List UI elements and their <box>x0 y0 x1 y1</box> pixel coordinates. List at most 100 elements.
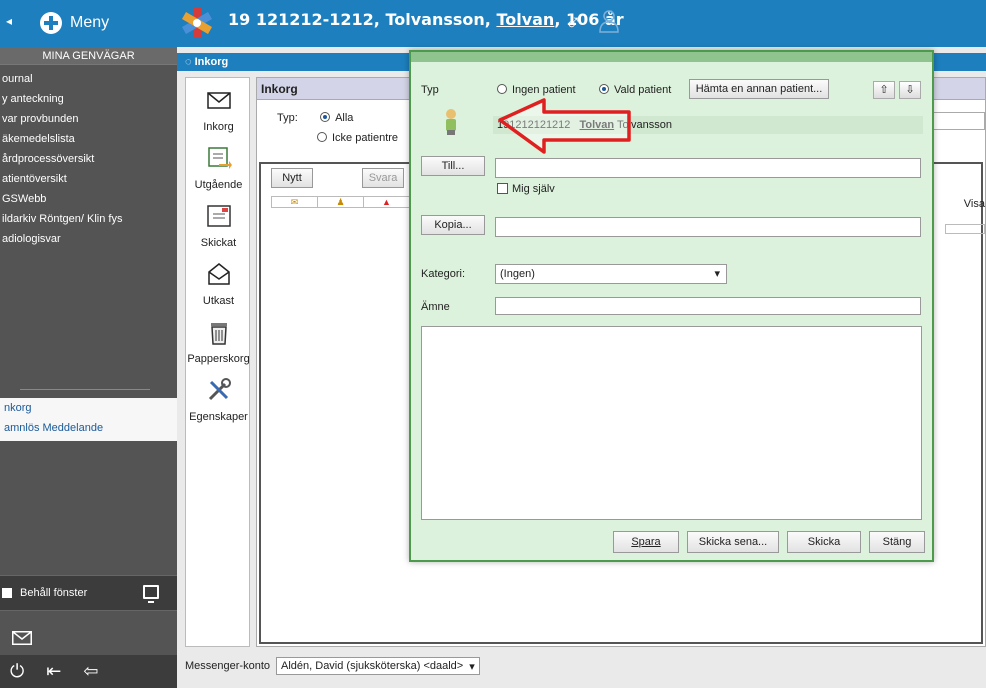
arrow-up-icon[interactable]: ⇧ <box>873 81 895 99</box>
shortcut-radiology[interactable]: adiologisvar <box>0 229 177 249</box>
patient-first-name[interactable]: Tolvan <box>496 10 554 29</box>
draft-icon <box>207 263 230 285</box>
shortcut-new-note[interactable]: y anteckning <box>0 89 177 109</box>
filter-non-patient-label: Icke patientre <box>332 132 399 144</box>
shortcut-image-archive[interactable]: ildarkiv Röntgen/ Klin fys <box>0 209 177 229</box>
no-patient-option[interactable]: Ingen patient <box>497 84 576 96</box>
column-priority-icon[interactable]: ▲ <box>364 197 410 207</box>
message-list-header: ✉ ♟ ▲ <box>271 196 411 208</box>
shortcut-list: ournal y anteckning var provbunden äkeme… <box>0 69 177 249</box>
shortcut-care-process[interactable]: årdprocessöversikt <box>0 149 177 169</box>
logout-icon[interactable]: ⇤ <box>46 661 61 682</box>
patient-last-name: Tolvansson, <box>385 10 491 29</box>
filter-all-radio[interactable] <box>320 112 331 122</box>
nav-sent-label: Skickat <box>200 237 237 249</box>
save-label: Spara <box>631 536 661 548</box>
red-arrow-icon <box>498 98 631 154</box>
filter-non-patient-option[interactable]: Icke patientre <box>317 132 398 144</box>
patient-icon <box>446 109 456 135</box>
shortcut-rgswebb[interactable]: GSWebb <box>0 189 177 209</box>
messenger-value: Aldén, David (sjuksköterska) <daald> <box>281 660 464 672</box>
monitor-icon[interactable] <box>143 585 159 603</box>
type-label: Typ: <box>277 112 298 124</box>
male-icon: ♂ <box>565 9 582 34</box>
shortcut-patient-overview[interactable]: atientöversikt <box>0 169 177 189</box>
to-button[interactable]: Till... <box>421 156 485 176</box>
back-icon[interactable]: ◂ <box>6 14 12 28</box>
view-label: Visa <box>963 198 985 210</box>
open-windows-list: nkorg amnlös Meddelande <box>0 398 177 441</box>
plus-icon <box>40 12 62 34</box>
nav-drafts-label: Utkast <box>202 295 235 307</box>
column-patient-icon[interactable]: ♟ <box>318 197 364 207</box>
messenger-label: Messenger-konto <box>185 660 270 672</box>
reply-button[interactable]: Svara <box>362 168 405 188</box>
shortcut-reply-test[interactable]: var provbunden <box>0 109 177 129</box>
category-value: (Ingen) <box>500 268 535 280</box>
sidebar: MINA GENVÄGAR ournal y anteckning var pr… <box>0 47 177 688</box>
keep-window-checkbox[interactable] <box>2 588 12 598</box>
top-bar: ◂ Meny 19 121212-1212, Tolvansson, Tolva… <box>0 0 986 47</box>
chevron-down-icon: ▾ <box>714 268 720 280</box>
self-label: Mig själv <box>512 183 555 195</box>
shortcut-medication-list[interactable]: äkemedelslista <box>0 129 177 149</box>
bottom-icons: ⏻ ⇤ ⇦ <box>0 655 177 688</box>
column-envelope-icon[interactable]: ✉ <box>272 197 318 207</box>
save-button[interactable]: Spara <box>613 531 679 553</box>
mail-area <box>0 617 177 653</box>
inbox-toolbar: Nytt Svara <box>271 168 405 188</box>
tools-icon <box>208 378 231 401</box>
selected-patient-label: Vald patient <box>614 84 672 96</box>
messenger-select[interactable]: Aldén, David (sjuksköterska) <daald> ▾ <box>276 657 480 675</box>
menu-label: Meny <box>70 14 110 31</box>
switch-user-icon[interactable]: ⇦ <box>83 661 98 682</box>
fetch-patient-button[interactable]: Hämta en annan patient... <box>689 79 829 99</box>
nav-drafts[interactable]: Utkast <box>186 260 251 307</box>
shortcuts-title: MINA GENVÄGAR <box>0 47 177 65</box>
message-nav: Inkorg Utgående Skickat Utkast Pappersko… <box>185 77 250 647</box>
nav-trash[interactable]: Papperskorg <box>186 318 251 365</box>
selected-patient-option[interactable]: Vald patient <box>599 84 671 96</box>
nav-outbox-label: Utgående <box>194 179 243 191</box>
nav-outbox[interactable]: Utgående <box>186 144 251 191</box>
filter-all-option[interactable]: Alla <box>320 112 353 124</box>
sidebar-divider <box>20 389 150 390</box>
nav-trash-label: Papperskorg <box>187 353 250 365</box>
menu-button[interactable]: Meny <box>40 9 109 37</box>
new-message-button[interactable]: Nytt <box>271 168 313 188</box>
nav-inbox[interactable]: Inkorg <box>186 86 251 133</box>
close-button[interactable]: Stäng <box>869 531 925 553</box>
cc-button[interactable]: Kopia... <box>421 215 485 235</box>
nav-properties[interactable]: Egenskaper <box>186 376 251 423</box>
new-message-dialog: Typ Ingen patient Vald patient Hämta en … <box>409 50 934 562</box>
filter-non-patient-radio[interactable] <box>317 132 327 142</box>
power-icon[interactable]: ⏻ <box>10 661 24 682</box>
no-patient-radio[interactable] <box>497 84 507 94</box>
star-of-life-icon <box>182 8 212 38</box>
person-icon[interactable] <box>598 9 620 33</box>
shortcut-journal[interactable]: ournal <box>0 69 177 89</box>
outbox-icon <box>207 147 232 169</box>
nav-inbox-label: Inkorg <box>203 121 234 133</box>
cc-input[interactable] <box>495 217 921 237</box>
selected-patient-radio[interactable] <box>599 84 609 94</box>
message-body-textarea[interactable] <box>421 326 922 520</box>
keep-window-toggle[interactable]: Behåll fönster <box>0 575 177 611</box>
send-later-button[interactable]: Skicka sena... <box>687 531 779 553</box>
open-window-message[interactable]: amnlös Meddelande <box>0 418 177 438</box>
open-window-inbox[interactable]: nkorg <box>0 398 177 418</box>
envelope-icon[interactable] <box>12 631 32 645</box>
filter-all-label: Alla <box>335 112 354 124</box>
right-column-header <box>945 224 985 234</box>
nav-sent[interactable]: Skickat <box>186 202 251 249</box>
dialog-title-bar[interactable] <box>411 52 932 62</box>
category-select[interactable]: (Ingen) ▾ <box>495 264 727 284</box>
arrow-down-icon[interactable]: ⇩ <box>899 81 921 99</box>
nav-properties-label: Egenskaper <box>189 411 248 423</box>
subject-input[interactable] <box>495 297 921 315</box>
self-option[interactable]: Mig själv <box>497 183 555 195</box>
sent-icon <box>206 205 231 227</box>
send-button[interactable]: Skicka <box>787 531 861 553</box>
self-checkbox[interactable] <box>497 183 508 194</box>
close-label: Stäng <box>882 536 912 548</box>
